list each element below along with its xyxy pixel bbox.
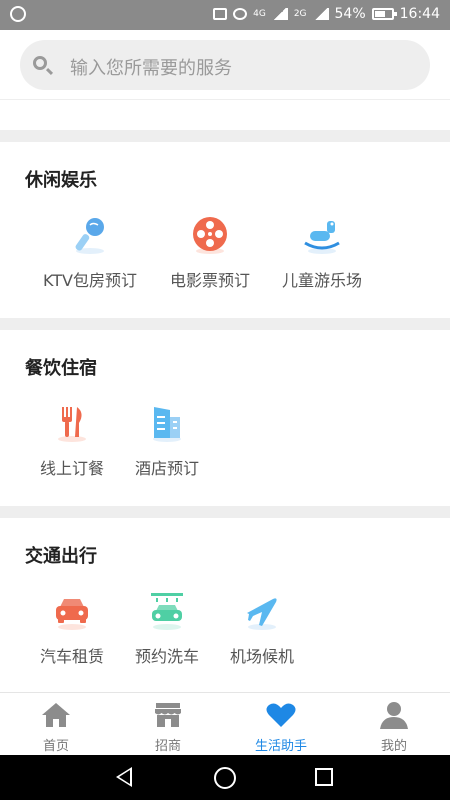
- home-icon: [42, 703, 70, 727]
- network-type-2: 2G: [293, 9, 307, 19]
- section-divider: [0, 318, 450, 330]
- bottom-nav: 首页 招商 生活助手 我的: [0, 692, 450, 755]
- section-transport: 交通出行 汽车租赁 预约洗车 机场候机: [0, 518, 450, 692]
- battery-icon: [371, 8, 397, 20]
- nav-home[interactable]: 首页: [0, 693, 112, 756]
- network-type: 4G: [253, 9, 266, 19]
- rocking-horse-icon: [304, 221, 340, 254]
- search-icon: [33, 56, 47, 70]
- app-notification-icon: [10, 6, 26, 22]
- heart-icon: [266, 703, 296, 727]
- section-divider: [0, 506, 450, 518]
- service-label: 电影票预订: [169, 271, 250, 290]
- nav-profile[interactable]: 我的: [338, 693, 450, 756]
- signal-icon-2: [312, 8, 329, 20]
- section-title: 餐饮住宿: [25, 358, 97, 379]
- signal-icon: [271, 8, 288, 20]
- airplane-icon: [247, 598, 277, 630]
- service-label: 线上订餐: [39, 459, 104, 478]
- microphone-icon: [75, 218, 104, 254]
- service-label: 酒店预订: [134, 459, 199, 478]
- hotel-building-icon: [153, 407, 181, 442]
- user-icon: [380, 702, 408, 729]
- recent-apps-icon[interactable]: [315, 768, 333, 786]
- nav-label: 我的: [380, 739, 407, 754]
- section-leisure: 休闲娱乐 KTV包房预订 电影票预订 儿童游乐场: [0, 142, 450, 318]
- nav-label: 招商: [154, 739, 181, 754]
- nav-business[interactable]: 招商: [112, 693, 224, 756]
- nav-label: 生活助手: [254, 739, 307, 754]
- system-nav-bar: [0, 755, 450, 800]
- nav-label: 首页: [42, 739, 69, 754]
- car-icon: [56, 599, 88, 630]
- home-circle-icon[interactable]: [214, 767, 236, 789]
- service-label: 预约洗车: [134, 647, 199, 666]
- film-reel-icon: [193, 217, 227, 254]
- store-icon: [155, 703, 181, 727]
- back-icon[interactable]: [116, 767, 132, 787]
- status-icons: 4G 2G 54% 16:44: [213, 6, 440, 22]
- section-title: 休闲娱乐: [25, 170, 97, 191]
- alarm-icon: [233, 8, 248, 20]
- service-label: 儿童游乐场: [281, 271, 362, 290]
- fork-knife-icon: [58, 407, 86, 442]
- vibrate-icon: [213, 8, 228, 20]
- section-divider: [0, 130, 450, 142]
- clock: 16:44: [399, 6, 440, 22]
- service-label: KTV包房预订: [43, 271, 137, 290]
- nav-life-assistant[interactable]: 生活助手: [225, 693, 337, 756]
- battery-percent: 54%: [334, 6, 366, 22]
- search-placeholder: 输入您所需要的服务: [70, 58, 232, 79]
- section-dining: 餐饮住宿 线上订餐 酒店预订: [0, 330, 450, 506]
- status-bar: 4G 2G 54% 16:44: [0, 0, 450, 30]
- service-label: 汽车租赁: [39, 647, 104, 666]
- section-title: 交通出行: [25, 546, 97, 567]
- search-bar-container: 输入您所需要的服务: [0, 30, 450, 100]
- search-input[interactable]: 输入您所需要的服务: [20, 40, 430, 90]
- car-wash-icon: [151, 593, 183, 630]
- service-label: 机场候机: [229, 647, 294, 666]
